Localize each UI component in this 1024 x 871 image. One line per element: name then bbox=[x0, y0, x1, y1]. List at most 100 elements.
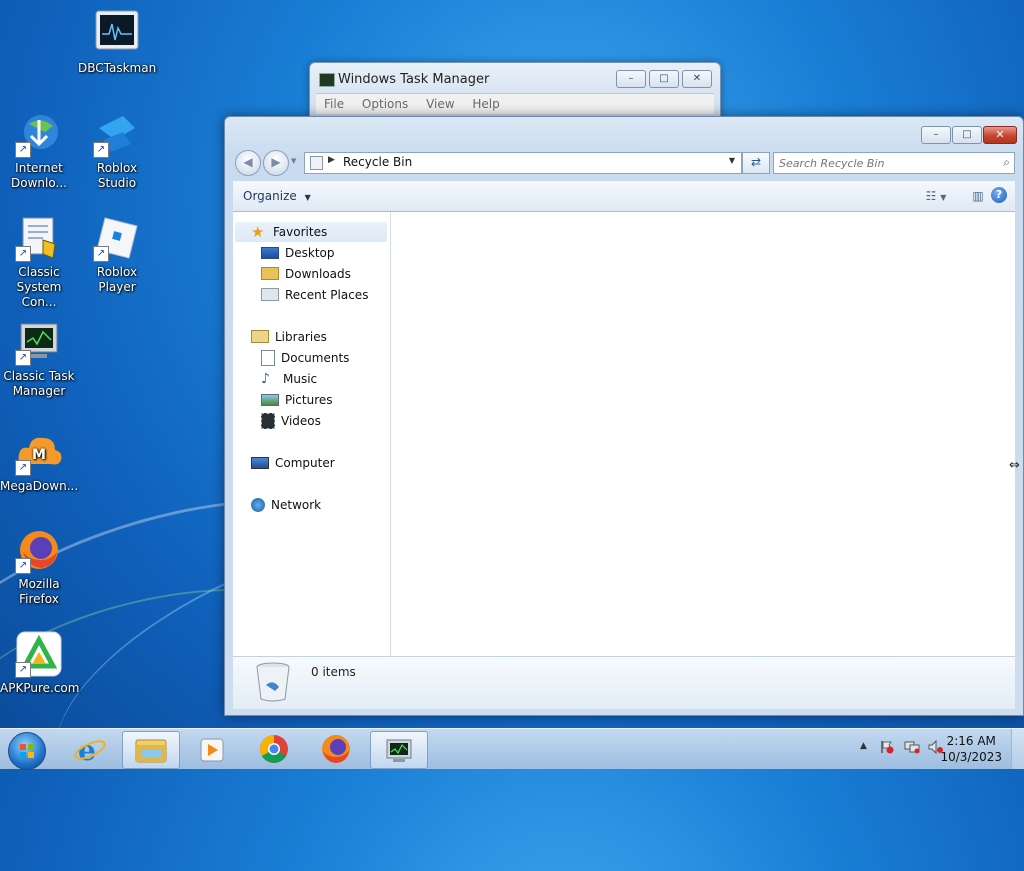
taskbar-windows-explorer[interactable] bbox=[122, 731, 180, 769]
task-manager-icon bbox=[319, 73, 335, 87]
nav-music[interactable]: ♪ Music bbox=[261, 369, 317, 389]
desktop-icon-label: Mozilla Firefox bbox=[18, 577, 60, 606]
menu-help[interactable]: Help bbox=[472, 97, 499, 111]
nav-favorites[interactable]: ★ Favorites bbox=[251, 222, 327, 242]
shortcut-arrow-icon: ↗ bbox=[15, 460, 31, 476]
desktop-icon-label: Roblox Studio bbox=[96, 161, 138, 190]
clock-time: 2:16 AM bbox=[946, 734, 996, 748]
window-title: Windows Task Manager bbox=[338, 72, 490, 87]
nav-computer-label: Computer bbox=[275, 456, 335, 470]
organize-label: Organize bbox=[243, 189, 297, 203]
shortcut-arrow-icon: ↗ bbox=[15, 246, 31, 262]
search-input[interactable] bbox=[777, 154, 991, 172]
nav-music-label: Music bbox=[283, 372, 318, 386]
back-button[interactable]: ◀ bbox=[235, 150, 261, 176]
nav-network-label: Network bbox=[271, 498, 322, 512]
recent-pages-dropdown-icon[interactable]: ▼ bbox=[291, 157, 296, 165]
clock-date: 10/3/2023 bbox=[940, 750, 1002, 764]
menu-view[interactable]: View bbox=[426, 97, 454, 111]
preview-pane-button[interactable]: ▥ bbox=[969, 187, 987, 205]
view-list-icon: ☷ bbox=[925, 189, 937, 203]
taskbar-google-chrome[interactable] bbox=[246, 731, 302, 767]
address-bar[interactable]: ▶ Recycle Bin ▼ bbox=[304, 152, 742, 174]
taskbar-mozilla-firefox[interactable] bbox=[308, 731, 364, 767]
chrome-icon bbox=[260, 735, 288, 763]
taskbar-internet-explorer[interactable]: e bbox=[62, 731, 118, 767]
desktop-icon-mozilla-firefox[interactable]: ↗ Mozilla Firefox bbox=[0, 526, 78, 607]
taskbar-task-manager[interactable] bbox=[370, 731, 428, 769]
close-button[interactable]: ✕ bbox=[682, 70, 712, 88]
network-globe-icon bbox=[251, 497, 265, 512]
change-view-button[interactable]: ☷ ▼ bbox=[919, 187, 953, 205]
desktop-icon-internet-download-manager[interactable]: ↗ Internet Downlo... bbox=[0, 110, 78, 191]
desktop-icon-label: Classic System Con... bbox=[16, 265, 62, 309]
desktop-icon-roblox-studio[interactable]: ↗ Roblox Studio bbox=[78, 110, 156, 191]
organize-button[interactable]: Organize ▼ bbox=[243, 189, 311, 203]
taskbar-media-player[interactable] bbox=[184, 731, 240, 767]
shortcut-arrow-icon: ↗ bbox=[93, 142, 109, 158]
desktop-icon-label: Internet Downlo... bbox=[11, 161, 67, 190]
desktop-icon-label: APKPure.com bbox=[0, 681, 80, 695]
nav-downloads-label: Downloads bbox=[285, 267, 351, 281]
svg-text:e: e bbox=[78, 734, 96, 767]
desktop-icon-megadownloader[interactable]: M ↗ MegaDown... bbox=[0, 428, 78, 494]
search-box[interactable]: ⌕ bbox=[773, 152, 1015, 174]
close-button[interactable]: ✕ bbox=[983, 126, 1017, 144]
menu-options[interactable]: Options bbox=[362, 97, 408, 111]
network-status-icon[interactable] bbox=[904, 740, 920, 754]
forward-button[interactable]: ▶ bbox=[263, 150, 289, 176]
nav-recent-places[interactable]: Recent Places bbox=[261, 285, 368, 305]
desktop-icon-label: Roblox Player bbox=[96, 265, 138, 294]
internet-explorer-icon: e bbox=[74, 734, 106, 767]
minimize-button[interactable]: – bbox=[921, 126, 951, 144]
shortcut-arrow-icon: ↗ bbox=[15, 662, 31, 678]
nav-pictures[interactable]: Pictures bbox=[261, 390, 333, 410]
nav-documents[interactable]: Documents bbox=[261, 348, 349, 368]
explorer-window[interactable]: – □ ✕ ◀ ▶ ▼ ▶ Recycle Bin ▼ ⇄ ⌕ Organize… bbox=[224, 116, 1024, 716]
desktop-icon-label: Classic Task Manager bbox=[3, 369, 75, 398]
desktop-icon-classic-task-manager[interactable]: ↗ Classic Task Manager bbox=[0, 318, 78, 399]
recycle-bin-small-icon bbox=[310, 156, 323, 170]
nav-downloads[interactable]: Downloads bbox=[261, 264, 351, 284]
nav-computer[interactable]: Computer bbox=[251, 453, 335, 473]
menu-file[interactable]: File bbox=[324, 97, 344, 111]
nav-desktop-label: Desktop bbox=[285, 246, 335, 260]
desktop-icon-label: MegaDown... bbox=[0, 479, 79, 493]
show-desktop-button[interactable] bbox=[1011, 729, 1024, 769]
shortcut-arrow-icon: ↗ bbox=[15, 350, 31, 366]
desktop-icon-classic-system-config[interactable]: ↗ Classic System Con... bbox=[0, 214, 78, 310]
address-dropdown-icon[interactable]: ▼ bbox=[729, 156, 735, 165]
action-center-flag-icon[interactable] bbox=[880, 740, 894, 754]
nav-desktop[interactable]: Desktop bbox=[261, 243, 335, 263]
nav-documents-label: Documents bbox=[281, 351, 350, 365]
breadcrumb-recycle-bin[interactable]: Recycle Bin bbox=[343, 155, 412, 169]
refresh-button[interactable]: ⇄ bbox=[742, 152, 770, 174]
shortcut-arrow-icon: ↗ bbox=[93, 246, 109, 262]
menu-bar: File Options View Help bbox=[316, 93, 714, 114]
task-manager-window[interactable]: Windows Task Manager – □ ✕ File Options … bbox=[309, 62, 721, 120]
start-button[interactable] bbox=[8, 732, 46, 770]
minimize-button[interactable]: – bbox=[616, 70, 646, 88]
shortcut-arrow-icon: ↗ bbox=[15, 558, 31, 574]
maximize-button[interactable]: □ bbox=[952, 126, 982, 144]
roblox-player-icon: ↗ bbox=[93, 214, 141, 262]
desktop-icon-apkpure[interactable]: ↗ APKPure.com bbox=[0, 630, 80, 696]
file-list-area[interactable] bbox=[391, 212, 1015, 656]
nav-videos[interactable]: Videos bbox=[261, 411, 321, 431]
downloads-folder-icon bbox=[261, 267, 279, 280]
desktop-icon-dbctaskman[interactable]: DBCTaskman bbox=[78, 10, 156, 76]
nav-libraries[interactable]: Libraries bbox=[251, 327, 327, 347]
globe-download-icon: ↗ bbox=[15, 110, 63, 158]
nav-pictures-label: Pictures bbox=[285, 393, 333, 407]
breadcrumb-chevron-icon[interactable]: ▶ bbox=[328, 155, 335, 165]
clock[interactable]: 2:16 AM 10/3/2023 bbox=[940, 733, 1002, 765]
maximize-button[interactable]: □ bbox=[649, 70, 679, 88]
show-hidden-icons-chevron-icon[interactable]: ▲ bbox=[860, 741, 867, 751]
cloud-m-icon: M ↗ bbox=[15, 428, 63, 476]
desktop-icon-roblox-player[interactable]: ↗ Roblox Player bbox=[78, 214, 156, 295]
search-icon[interactable]: ⌕ bbox=[1003, 155, 1010, 170]
recycle-bin-icon bbox=[255, 661, 291, 703]
apkpure-icon: ↗ bbox=[15, 630, 63, 678]
help-button[interactable]: ? bbox=[991, 187, 1007, 203]
nav-network[interactable]: Network bbox=[251, 495, 321, 515]
